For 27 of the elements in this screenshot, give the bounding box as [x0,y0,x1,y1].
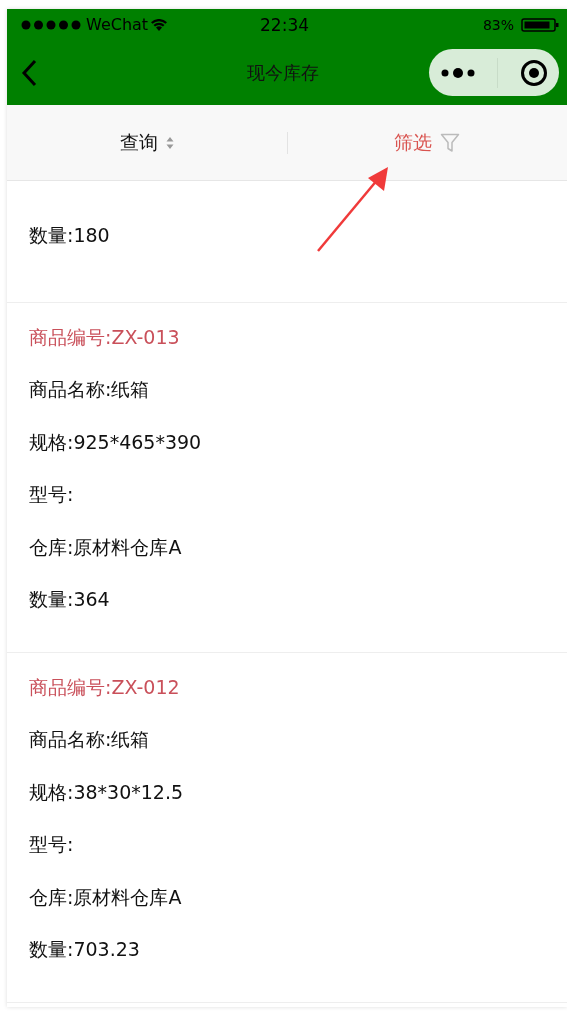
product-field: 数量:703.23 [29,935,545,988]
sort-icon [165,135,174,150]
battery-percent: 83% [482,16,514,33]
product-field: 数量:180 [29,221,545,274]
filter-tab[interactable]: 筛选 [394,129,433,156]
product-field: 规格:925*465*390 [29,427,545,480]
carrier-name: WeChat [86,15,149,34]
product-field: 数量:364 [29,585,545,638]
product-field: 型号: [29,830,545,883]
close-icon[interactable] [520,58,549,87]
product-field: 商品名称:纸箱 [29,375,545,428]
wifi-icon [151,18,168,31]
filter-tab[interactable]: 查询 [119,129,158,156]
product-field: 规格:38*30*12.5 [29,777,545,830]
signal-icon [21,19,83,30]
filter-icon [440,132,461,153]
product-code: 商品编号:ZX-012 [29,674,181,700]
product-field: 仓库:原材料仓库A [29,532,545,585]
product-field: 商品名称:纸箱 [29,725,545,778]
product-field: 仓库:原材料仓库A [29,882,545,935]
product-field: 型号: [29,480,545,533]
more-icon[interactable] [439,66,476,79]
product-code: 商品编号:ZX-013 [29,324,181,350]
battery-icon [521,17,559,32]
back-icon[interactable] [21,58,37,87]
page-title: 现今库存 [247,60,320,85]
status-time: 22:34 [260,14,310,35]
